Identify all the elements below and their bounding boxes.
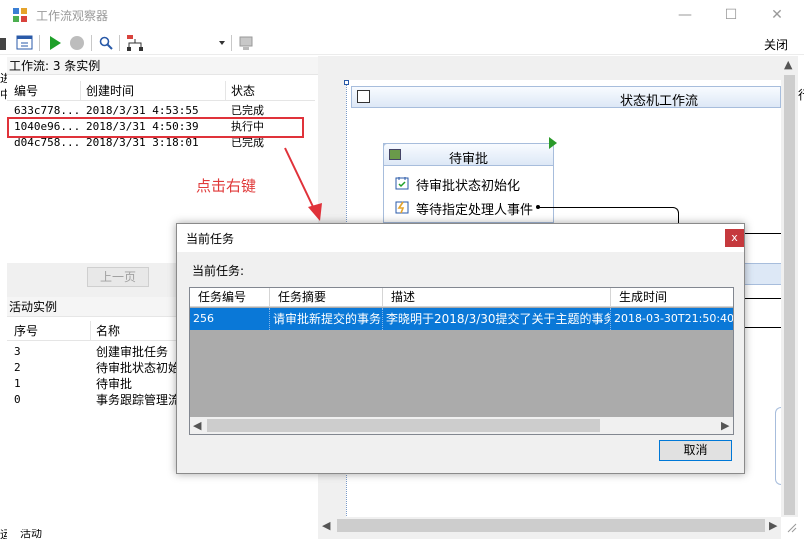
hint-arrow-icon [284, 147, 322, 221]
left-edge-char: 进 [0, 72, 7, 85]
task-row-id[interactable]: 256 [190, 308, 270, 330]
scroll-up-icon[interactable]: ▲ [784, 58, 792, 71]
activity-row-seq[interactable]: 1 [14, 376, 21, 392]
dialog-title: 当前任务 [186, 232, 235, 246]
toolbar-separator [231, 35, 232, 51]
close-toolbar-button[interactable]: 关闭 [764, 36, 788, 53]
refresh-list-icon[interactable] [16, 34, 34, 52]
activity-bottom-text: 活动 [20, 529, 42, 539]
activity-row-seq[interactable]: 2 [14, 360, 21, 376]
maximize-button[interactable]: ☐ [708, 0, 754, 31]
activity-row-name[interactable]: 待审批 [96, 376, 132, 392]
scroll-right-icon[interactable]: ▶ [769, 519, 777, 532]
column-header-task-id[interactable]: 任务编号 [190, 288, 270, 307]
collapse-checkbox[interactable] [357, 90, 370, 103]
connector-line [745, 233, 781, 234]
state-machine-title: 状态机工作流 [620, 94, 699, 109]
toolbar-separator [119, 35, 120, 51]
state-activity-header[interactable] [745, 263, 781, 285]
activity-label[interactable]: 待审批状态初始化 [416, 175, 520, 194]
current-task-label: 当前任务: [192, 264, 245, 278]
activity-row-name[interactable]: 事务跟踪管理流 [96, 392, 176, 408]
column-header-created[interactable]: 创建时间 [81, 81, 226, 101]
scroll-right-icon[interactable]: ▶ [721, 419, 729, 432]
task-grid-scroll-thumb[interactable] [207, 419, 600, 432]
close-window-button[interactable]: ✕ [754, 0, 800, 31]
activity-row-seq[interactable]: 0 [14, 392, 21, 408]
vertical-scroll-thumb[interactable] [784, 75, 795, 515]
toolbar-separator [91, 35, 92, 51]
scroll-left-icon[interactable]: ◀ [193, 419, 201, 432]
activity-label[interactable]: 等待指定处理人事件 [416, 199, 533, 218]
window-title: 工作流观察器 [36, 9, 109, 23]
left-edge-char: 中 [0, 88, 7, 101]
highlight-annotation [7, 117, 304, 138]
app-icon [13, 8, 27, 22]
monitor-icon[interactable] [238, 35, 254, 51]
stop-icon[interactable] [69, 35, 85, 51]
column-header-id[interactable]: 编号 [9, 81, 81, 101]
workflow-list-header: 工作流: 3 条实例 [7, 57, 318, 75]
scroll-left-icon[interactable]: ◀ [322, 519, 330, 532]
toolbar [0, 31, 804, 55]
left-edge-text: 进 中 [0, 70, 7, 110]
task-row-created[interactable]: 2018-03-30T21:50:40 [611, 308, 733, 330]
initialize-activity-icon [395, 177, 409, 190]
click-hint-text: 点击右键 [196, 177, 257, 195]
left-edge-text: 运 [0, 528, 7, 539]
state-machine-header[interactable] [351, 86, 781, 108]
horizontal-scroll-thumb[interactable] [337, 519, 765, 532]
prev-page-button[interactable]: 上一页 [87, 267, 149, 287]
task-row-description[interactable]: 李晓明于2018/3/30提交了关于主题的事务 [383, 308, 611, 330]
resize-grip-icon[interactable] [784, 520, 798, 534]
connector-line [745, 298, 781, 299]
initial-state-arrow-icon [549, 137, 557, 149]
activity-row-name[interactable]: 待审批状态初始 [96, 360, 176, 376]
dialog-titlebar [177, 224, 744, 252]
right-edge-text: 行 [798, 86, 804, 103]
state-title: 待审批 [449, 152, 489, 167]
state-icon [389, 149, 401, 160]
search-icon[interactable] [99, 36, 113, 50]
selection-handle[interactable] [344, 80, 349, 85]
toolbar-left-edge [0, 38, 6, 50]
column-header-description[interactable]: 描述 [383, 288, 611, 307]
dialog-close-button[interactable]: x [725, 229, 744, 247]
activity-row-name[interactable]: 创建审批任务 [96, 344, 168, 360]
toolbar-separator [39, 35, 40, 51]
activity-row-seq[interactable]: 3 [14, 344, 21, 360]
column-header-created[interactable]: 生成时间 [611, 288, 733, 307]
column-header-seq[interactable]: 序号 [9, 321, 91, 341]
column-header-summary[interactable]: 任务摘要 [270, 288, 383, 307]
cancel-button[interactable]: 取消 [659, 440, 732, 461]
task-row-summary[interactable]: 请审批新提交的事务 [270, 308, 383, 330]
minimize-button[interactable]: — [662, 0, 708, 31]
connector-line [745, 327, 781, 328]
play-icon[interactable] [47, 35, 63, 51]
tree-view-icon[interactable] [125, 34, 145, 52]
event-activity-icon [395, 201, 409, 214]
column-header-status[interactable]: 状态 [226, 81, 311, 101]
chevron-down-icon[interactable] [219, 41, 225, 45]
